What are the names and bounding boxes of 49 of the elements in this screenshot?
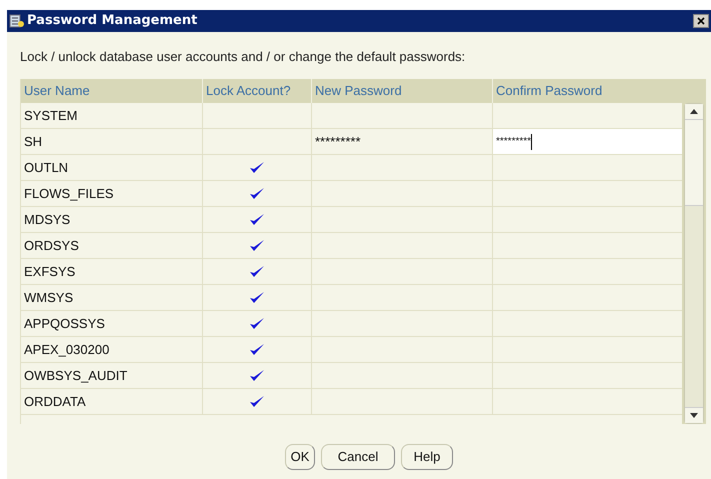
table-row[interactable]: WMSYS [21,285,682,311]
down-arrow-icon [690,413,698,418]
user-name-cell: FLOWS_FILES [21,181,203,206]
user-name-cell: APPQOSSYS [21,311,203,336]
table-row[interactable]: EXFSYS [21,259,682,285]
scroll-down-button[interactable] [685,407,703,423]
checkmark-icon [249,343,265,356]
user-name-cell: OWBSYS_AUDIT [21,363,203,388]
checkmark-icon [249,395,265,408]
checkmark-icon [249,369,265,382]
user-name-cell: ORDDATA [21,389,203,414]
column-header[interactable]: User Name [21,79,203,103]
scrollbar[interactable] [684,103,704,424]
checkmark-icon [249,187,265,200]
checkmark-icon [249,317,265,330]
table-row[interactable]: ORDSYS [21,233,682,259]
user-name-cell: SYSTEM [21,103,203,128]
table-row[interactable]: FLOWS_FILES [21,181,682,207]
close-icon [697,17,705,25]
table-row[interactable]: APPQOSSYS [21,311,682,337]
checkmark-icon [249,161,265,174]
table-row[interactable]: OWBSYS_AUDIT [21,363,682,389]
user-name-cell: SH [21,129,203,154]
table-row[interactable]: APEX_030200 [21,337,682,363]
checkmark-icon [249,239,265,252]
user-name-cell: ORDSYS [21,233,203,258]
user-name-cell: APEX_030200 [21,337,203,362]
instruction-text: Lock / unlock database user accounts and / or change the default passwords: [20,48,466,65]
checkmark-icon [249,291,265,304]
scroll-thumb[interactable] [685,120,703,206]
dialog-button[interactable]: Cancel [321,444,395,470]
confirm-password-field[interactable]: ********* [493,129,682,154]
dialog-button[interactable]: Help [401,444,453,470]
table-row[interactable]: MDSYS [21,207,682,233]
table-row[interactable]: ORDDATA [21,389,682,415]
user-name-cell: MDSYS [21,207,203,232]
scroll-up-button[interactable] [685,104,703,120]
window-title: Password Management [27,12,198,30]
column-header[interactable]: New Password [312,79,493,103]
dialog-button[interactable]: OK [285,444,315,470]
up-arrow-icon [690,109,698,114]
checkmark-icon [249,265,265,278]
table-row[interactable]: OUTLN [21,155,682,181]
close-button[interactable] [693,14,709,28]
user-name-cell: WMSYS [21,285,203,310]
column-header[interactable]: Lock Account? [203,79,312,103]
checkmark-icon [249,213,265,226]
user-name-cell: EXFSYS [21,259,203,284]
user-name-cell: OUTLN [21,155,203,180]
